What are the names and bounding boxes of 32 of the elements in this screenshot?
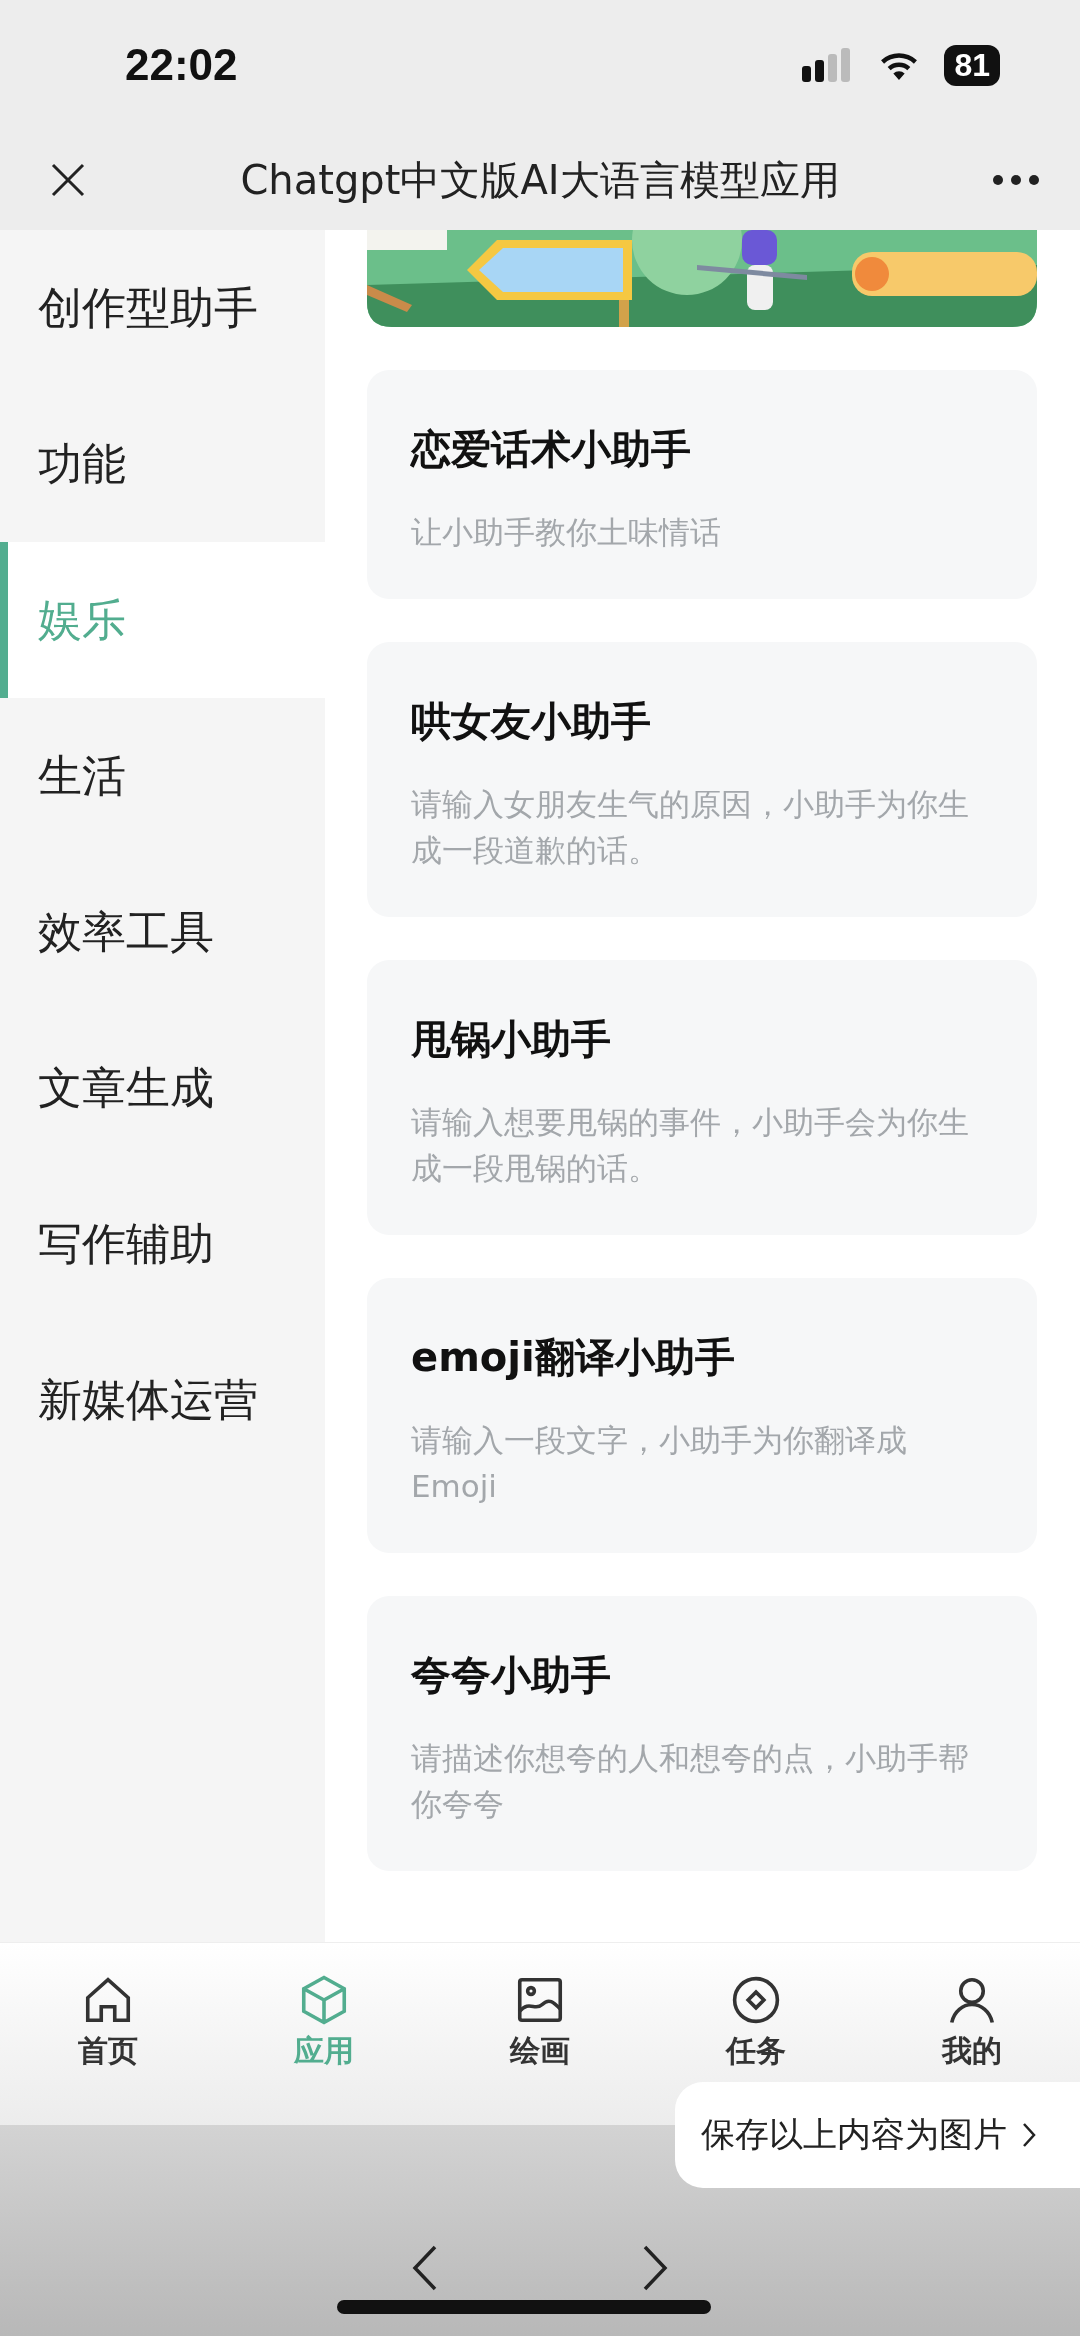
status-time: 22:02 [125, 40, 238, 90]
card-description: 让小助手教你土味情话 [411, 513, 722, 552]
card-description: 请描述你想夸的人和想夸的点，小助手帮你夸夸 [411, 1739, 970, 1824]
card-title: 哄女友小助手 [411, 697, 652, 746]
card-description: 请输入想要甩锅的事件，小助手会为你生成一段甩锅的话。 [411, 1103, 970, 1188]
category-item[interactable]: 写作辅助 [0, 1166, 325, 1322]
card-title: emoji翻译小助手 [411, 1333, 736, 1382]
assistant-card[interactable]: 恋爱话术小助手 让小助手教你土味情话 [367, 370, 1037, 599]
assistant-card[interactable]: 甩锅小助手 请输入想要甩锅的事件，小助手会为你生成一段甩锅的话。 [367, 960, 1037, 1235]
card-title: 夸夸小助手 [411, 1651, 612, 1700]
card-title: 恋爱话术小助手 [411, 425, 692, 474]
assistant-card[interactable]: emoji翻译小助手 请输入一段文字，小助手为你翻译成Emoji [367, 1278, 1037, 1553]
category-item[interactable]: 创作型助手 [0, 230, 325, 386]
page-title: Chatgpt中文版AI大语言模型应用 [240, 155, 840, 205]
category-item[interactable]: 功能 [0, 386, 325, 542]
chevron-icon [1021, 2121, 1037, 2149]
card-description: 请输入女朋友生气的原因，小助手为你生成一段道歉的话。 [411, 785, 970, 870]
tab-item[interactable]: 任务 [648, 1943, 864, 2069]
save-as-image-toast[interactable]: 保存以上内容为图片 [675, 2082, 1080, 2188]
category-item[interactable]: 新媒体运营 [0, 1322, 325, 1478]
more-button[interactable] [992, 174, 1040, 186]
card-description: 请输入一段文字，小助手为你翻译成Emoji [411, 1421, 908, 1506]
card-title: 甩锅小助手 [411, 1015, 612, 1064]
tab-item[interactable]: 我的 [864, 1943, 1080, 2069]
battery-level: 81 [944, 44, 1000, 86]
tab-item[interactable]: 首页 [0, 1943, 216, 2069]
category-item[interactable]: 效率工具 [0, 854, 325, 1010]
category-item[interactable]: 生活 [0, 698, 325, 854]
assistant-card[interactable]: 哄女友小助手 请输入女朋友生气的原因，小助手为你生成一段道歉的话。 [367, 642, 1037, 917]
assistant-card[interactable]: 夸夸小助手 请描述你想夸的人和想夸的点，小助手帮你夸夸 [367, 1596, 1037, 1871]
tab-item[interactable]: 绘画 [432, 1943, 648, 2069]
category-item[interactable]: 文章生成 [0, 1010, 325, 1166]
